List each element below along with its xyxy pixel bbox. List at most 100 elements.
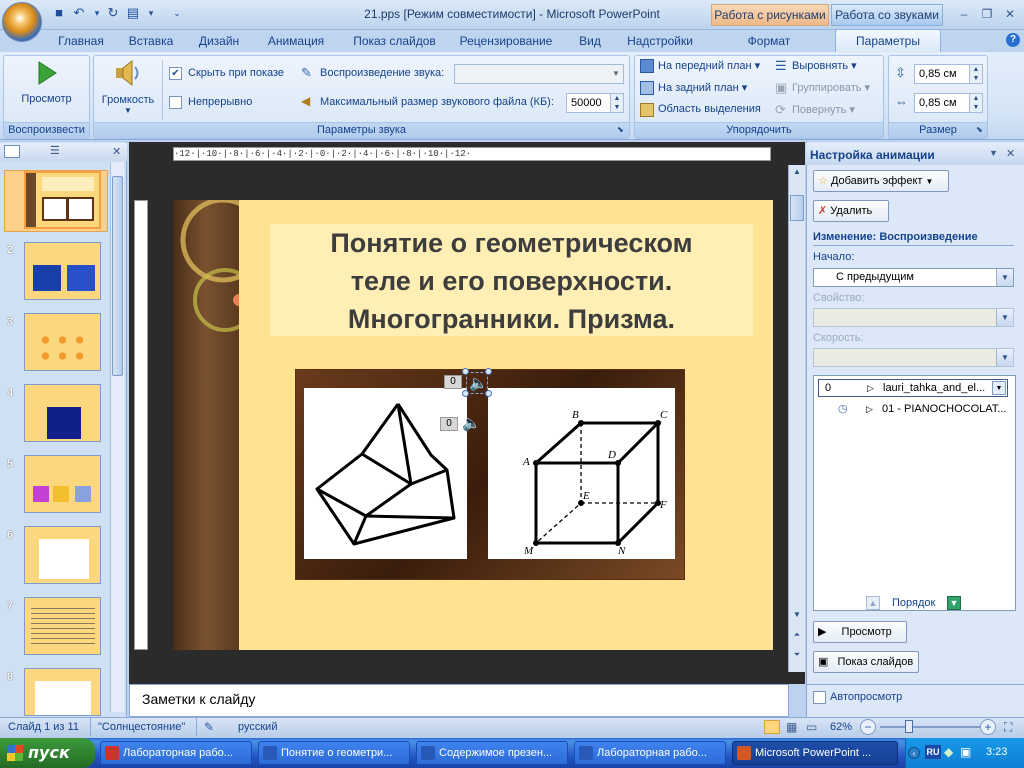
tab-format[interactable]: Формат	[738, 32, 800, 52]
language-indicator[interactable]: RU	[925, 745, 941, 759]
width-input[interactable]: 0,85 см	[914, 93, 970, 113]
resize-handle[interactable]	[485, 390, 492, 397]
spellcheck-icon[interactable]: ✎	[204, 720, 214, 734]
remove-button[interactable]: ✗ Удалить	[813, 200, 889, 222]
network-icon[interactable]: ▣	[960, 745, 971, 759]
tray-expand-icon[interactable]: ‹	[908, 747, 920, 759]
tab-design[interactable]: Дизайн	[193, 32, 245, 52]
preview-button[interactable]: Просмотр	[8, 93, 85, 105]
language-label[interactable]: русский	[238, 721, 277, 733]
notes-field[interactable]: Заметки к слайду	[129, 684, 789, 717]
volume-button[interactable]: Громкость	[98, 94, 158, 106]
tab-insert[interactable]: Вставка	[122, 32, 180, 52]
height-input[interactable]: 0,85 см	[914, 64, 970, 84]
tab-animation[interactable]: Анимация	[262, 32, 330, 52]
play-icon[interactable]	[36, 60, 58, 86]
resize-handle[interactable]	[462, 390, 469, 397]
antivirus-icon[interactable]: ◆	[944, 745, 953, 759]
align-button[interactable]: Выровнять ▾	[792, 59, 857, 72]
height-spinner[interactable]: ▲ ▼	[969, 64, 983, 84]
zoom-out-icon[interactable]: −	[860, 719, 876, 735]
slides-scroll-thumb[interactable]	[112, 176, 123, 376]
width-spinner[interactable]: ▲ ▼	[969, 93, 983, 113]
slideshow-view-icon[interactable]: ▭	[806, 720, 822, 734]
slides-tab-icon[interactable]	[4, 145, 20, 158]
zoom-slider-thumb[interactable]	[904, 720, 913, 733]
zoom-slider[interactable]	[880, 726, 980, 728]
slide-thumb-6[interactable]	[24, 526, 101, 584]
slide-thumb-4[interactable]	[24, 384, 101, 442]
resize-handle[interactable]	[462, 368, 469, 375]
slide-thumb-7[interactable]	[24, 597, 101, 655]
help-icon[interactable]: ?	[1006, 33, 1020, 47]
add-effect-button[interactable]: ☆ Добавить эффект ▼	[813, 170, 949, 192]
scroll-up-icon[interactable]: ▲	[790, 167, 804, 179]
slide-thumb-1[interactable]	[24, 171, 101, 229]
speaker-icon[interactable]: 🔈	[462, 414, 481, 432]
slide-thumb-8[interactable]	[24, 668, 101, 716]
polyhedron-image[interactable]	[304, 388, 467, 559]
align-icon: ☰	[775, 58, 787, 73]
size-launcher-icon[interactable]: ⬊	[976, 125, 983, 134]
taskbar-item-1[interactable]: Лабораторная рабо...	[100, 741, 252, 765]
taskbar-item-4[interactable]: Лабораторная рабо...	[574, 741, 726, 765]
next-slide-icon[interactable]: ⏷	[790, 650, 804, 662]
outline-tab-icon[interactable]: ☰	[50, 145, 66, 158]
volume-icon[interactable]	[112, 58, 142, 88]
editor-scroll-thumb[interactable]	[790, 195, 804, 221]
slide-thumb-2[interactable]	[24, 242, 101, 300]
start-select[interactable]: С предыдущим ▼	[813, 268, 1014, 287]
normal-view-icon[interactable]	[764, 720, 780, 734]
close-pane-icon[interactable]: ✕	[112, 145, 121, 158]
max-size-input[interactable]: 50000	[566, 93, 612, 113]
sound-params-launcher-icon[interactable]: ⬊	[617, 125, 624, 134]
bring-front-button[interactable]: На передний план ▾	[658, 59, 760, 72]
office-button[interactable]	[2, 2, 42, 42]
taskbar-item-3[interactable]: Содержимое презен...	[416, 741, 568, 765]
chevron-down-icon[interactable]: ▼	[996, 269, 1013, 286]
tab-parameters[interactable]: Параметры	[835, 29, 941, 52]
taskbar-item-2[interactable]: Понятие о геометри...	[258, 741, 410, 765]
minimize-icon[interactable]: –	[955, 6, 973, 22]
pane-menu-icon[interactable]: ▼	[989, 148, 998, 158]
scroll-down-icon[interactable]: ▼	[790, 610, 804, 622]
pane-close-icon[interactable]: ✕	[1006, 147, 1015, 160]
slide-thumb-3[interactable]	[24, 313, 101, 371]
volume-dropdown-icon[interactable]: ▼	[98, 106, 158, 115]
start-button[interactable]: пуск	[0, 738, 95, 768]
slides-scrollbar[interactable]	[110, 162, 124, 712]
tab-review[interactable]: Рецензирование	[455, 32, 557, 52]
tab-addins[interactable]: Надстройки	[622, 32, 698, 52]
slide-title[interactable]: Понятие о геометрическом теле и его пове…	[270, 224, 753, 336]
play-sound-select[interactable]	[454, 64, 624, 84]
taskbar-item-5[interactable]: Microsoft PowerPoint ...	[732, 741, 898, 765]
preview-anim-button[interactable]: ▶ Просмотр	[813, 621, 907, 643]
theme-name[interactable]: "Солнцестояние"	[98, 721, 185, 733]
zoom-level[interactable]: 62%	[830, 721, 852, 733]
tab-home[interactable]: Главная	[52, 32, 110, 52]
tab-slideshow[interactable]: Показ слайдов	[347, 32, 442, 52]
hide-checkbox[interactable]: ✔	[169, 67, 182, 80]
tab-view[interactable]: Вид	[574, 32, 606, 52]
play-sound-dropdown-icon[interactable]: ▼	[612, 69, 620, 78]
sorter-view-icon[interactable]: ▦	[786, 720, 802, 734]
resize-handle[interactable]	[485, 368, 492, 375]
autopreview-checkbox[interactable]	[813, 691, 826, 704]
loop-checkbox[interactable]	[169, 96, 182, 109]
editor-scrollbar[interactable]: ▲ ▼ ⏶ ⏷	[788, 165, 805, 672]
send-back-button[interactable]: На задний план ▾	[658, 81, 747, 94]
slide-thumb-5[interactable]	[24, 455, 101, 513]
chevron-down-icon[interactable]: ▼	[992, 381, 1006, 395]
animation-item[interactable]: 0 ▷ lauri_tahka_and_el... ▼	[818, 379, 1008, 397]
restore-icon[interactable]: ❐	[978, 6, 996, 22]
move-down-icon[interactable]: ▼	[947, 596, 961, 610]
animation-item[interactable]: ◷ ▷ 01 - PIANOCHOCOLAT...	[818, 401, 1008, 419]
fit-window-icon[interactable]: ⛶	[1004, 720, 1020, 734]
cube-image[interactable]: B C A D E F M N	[488, 388, 675, 559]
close-icon[interactable]: ✕	[1001, 6, 1019, 22]
prev-slide-icon[interactable]: ⏶	[790, 630, 804, 642]
selection-pane-button[interactable]: Область выделения	[658, 103, 761, 115]
slideshow-button[interactable]: ▣ Показ слайдов	[813, 651, 919, 673]
max-size-spinner[interactable]: ▲ ▼	[610, 93, 624, 113]
zoom-in-icon[interactable]: +	[980, 719, 996, 735]
